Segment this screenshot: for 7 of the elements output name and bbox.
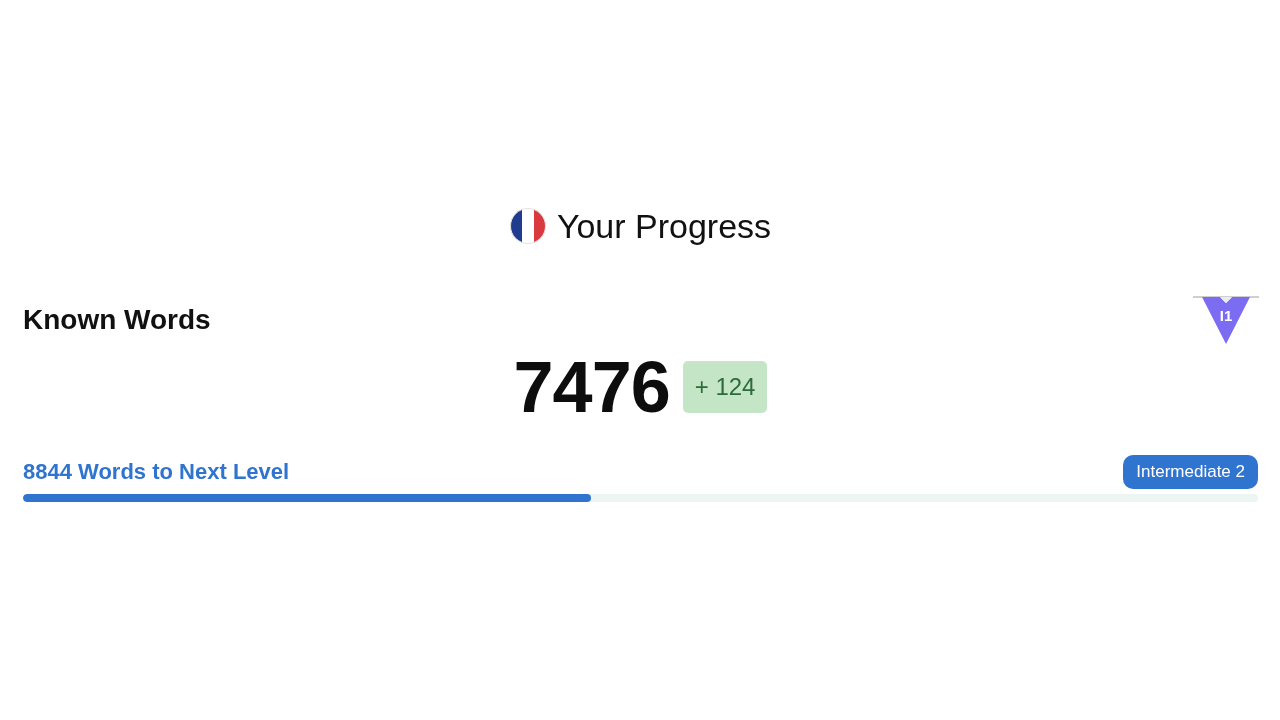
gain-badge: + 124 <box>682 361 768 413</box>
section-title: Known Words <box>23 304 211 336</box>
french-flag-icon <box>509 208 546 244</box>
page-title: Your Progress <box>556 206 772 247</box>
known-words-count: 7476 <box>513 349 670 425</box>
words-to-next-level: 8844 Words to Next Level <box>23 459 290 485</box>
level-pill: Intermediate 2 <box>1123 455 1258 489</box>
